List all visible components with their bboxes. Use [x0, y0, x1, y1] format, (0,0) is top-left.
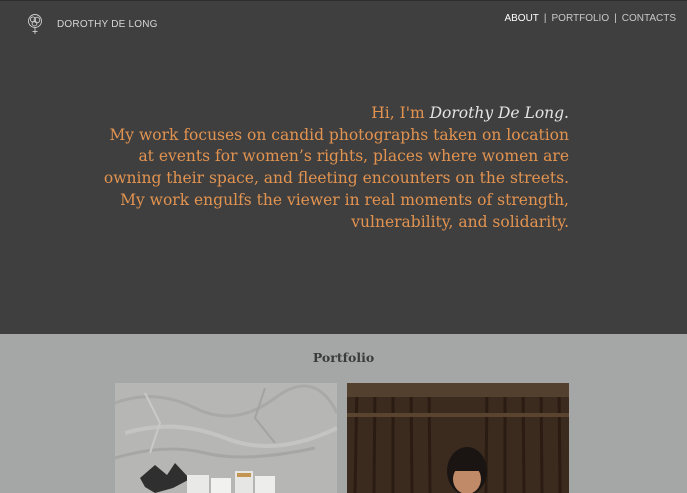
child-photo [347, 383, 569, 493]
plaster-photo [115, 383, 337, 493]
intro-greeting: Hi, I'm [371, 104, 425, 122]
portfolio-thumbnail-child[interactable] [347, 383, 569, 493]
hero-section: DOROTHY DE LONG ABOUT | PORTFOLIO | CONT… [0, 0, 687, 334]
brand-name: DOROTHY DE LONG [57, 18, 158, 30]
intro-text: Hi, I'm Dorothy De Long. My work focuses… [89, 103, 569, 233]
intro-greeting-line: Hi, I'm Dorothy De Long. [89, 103, 569, 125]
brand[interactable]: DOROTHY DE LONG [26, 13, 158, 35]
top-nav: ABOUT | PORTFOLIO | CONTACTS [504, 13, 676, 24]
intro-line: at events for women’s rights, places whe… [138, 147, 569, 166]
intro-line: My work focuses on candid photographs ta… [109, 125, 569, 144]
portfolio-thumbnail-plaster[interactable] [115, 383, 337, 493]
portfolio-title: Portfolio [312, 350, 375, 365]
nav-separator: | [614, 13, 617, 24]
nav-about-link[interactable]: ABOUT [504, 13, 538, 24]
intro-line: vulnerability, and solidarity. [351, 212, 569, 231]
intro-line: My work engulfs the viewer in real momen… [120, 190, 569, 209]
nav-separator: | [543, 13, 547, 24]
nav-contacts-link[interactable]: CONTACTS [622, 13, 676, 24]
intro-name: Dorothy De Long. [429, 104, 569, 122]
portfolio-section: Portfolio [0, 334, 687, 493]
flower-logo-icon [28, 14, 42, 34]
nav-portfolio-link[interactable]: PORTFOLIO [552, 13, 610, 24]
intro-line: owning their space, and fleeting encount… [103, 169, 569, 188]
